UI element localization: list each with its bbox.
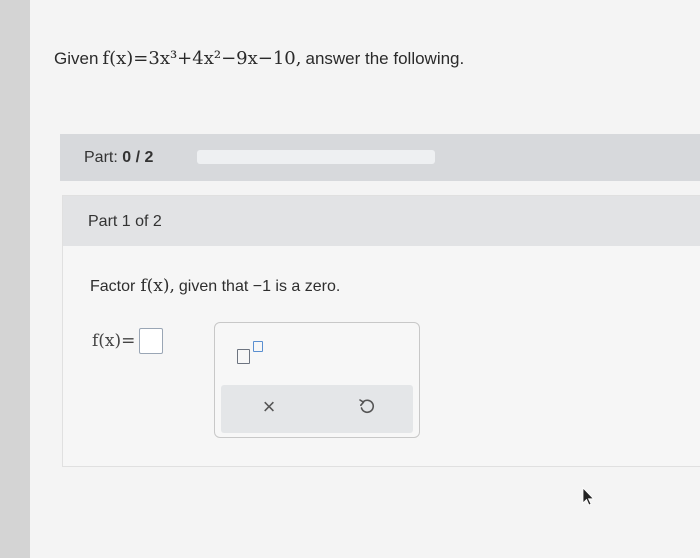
question-prefix: Given bbox=[54, 49, 99, 68]
exponent-base-box bbox=[237, 349, 250, 364]
page-background: Given f(x)=3x³+4x²−9x−10, answer the fol… bbox=[0, 0, 700, 558]
close-icon[interactable]: × bbox=[259, 396, 279, 418]
part-label-text: Part: bbox=[84, 149, 118, 166]
question-suffix: answer the following. bbox=[305, 49, 465, 68]
toolbox-action-row: × bbox=[221, 385, 413, 433]
instruction-after: given that −1 is a zero. bbox=[178, 278, 341, 295]
answer-row: f(x)= bbox=[92, 328, 164, 354]
part-progress-label: Part: 0 / 2 bbox=[84, 149, 153, 167]
answer-label: f(x)= bbox=[92, 331, 136, 351]
exponent-superscript-box bbox=[253, 341, 263, 352]
exponent-template-icon[interactable] bbox=[237, 341, 269, 367]
part-card-title: Part 1 of 2 bbox=[88, 213, 162, 230]
part-label-value: 0 / 2 bbox=[122, 149, 154, 166]
mouse-cursor-icon bbox=[582, 487, 596, 507]
progress-track bbox=[197, 150, 435, 164]
question-text: Given f(x)=3x³+4x²−9x−10, answer the fol… bbox=[54, 48, 464, 69]
part-progress-bar: Part: 0 / 2 bbox=[60, 134, 700, 181]
instruction-function: f(x), bbox=[140, 276, 175, 296]
question-function: f(x)=3x³+4x²−9x−10, bbox=[102, 48, 302, 69]
part-card-header: Part 1 of 2 bbox=[63, 196, 700, 246]
undo-icon[interactable] bbox=[357, 397, 377, 417]
answer-input[interactable] bbox=[139, 328, 164, 354]
instruction-before: Factor bbox=[90, 278, 136, 295]
math-toolbox: × bbox=[214, 322, 420, 438]
part-instruction: Factor f(x), given that −1 is a zero. bbox=[90, 276, 340, 296]
left-margin-strip bbox=[0, 0, 30, 558]
